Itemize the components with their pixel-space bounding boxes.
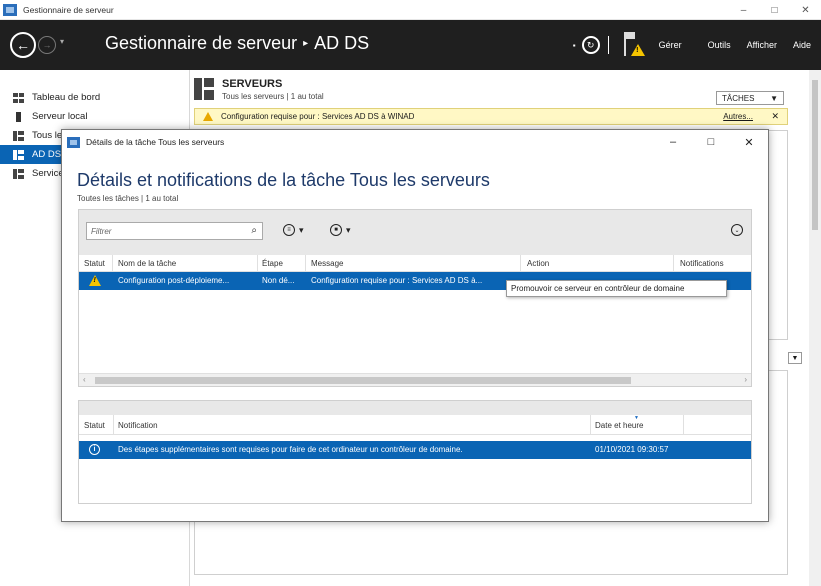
dialog-maximize-button[interactable]: □	[692, 130, 730, 154]
refresh-dropdown-icon[interactable]: ▪	[573, 41, 576, 50]
server-manager-app-icon	[3, 3, 17, 16]
column-notification[interactable]: Notification	[118, 421, 158, 430]
sidebar-item-label: Serveur local	[32, 111, 88, 122]
sidebar-item-dashboard[interactable]: Tableau de bord	[0, 88, 189, 107]
column-statut[interactable]: Statut	[84, 421, 105, 430]
warning-text: Configuration requise pour : Services AD…	[221, 112, 415, 121]
tasks-label: TÂCHES	[722, 93, 755, 103]
tasks-panel: Filtrer ⌕ ≡ ▾ ■ ▾ ⌄ Statut Nom de la tâc…	[78, 209, 752, 387]
servers-icon	[13, 130, 24, 141]
breadcrumb-current: AD DS	[314, 33, 370, 53]
info-icon: i	[89, 444, 100, 455]
task-details-dialog: Détails de la tâche Tous les serveurs – …	[61, 129, 769, 522]
sidebar-item-local-server[interactable]: Serveur local	[0, 107, 189, 126]
filter-options-button[interactable]: ≡ ▾	[283, 224, 304, 236]
column-nom[interactable]: Nom de la tâche	[118, 259, 176, 268]
column-notifications[interactable]: Notifications	[680, 259, 724, 268]
nav-history-dropdown-icon[interactable]: ▾	[60, 37, 64, 46]
file-services-icon	[13, 168, 24, 179]
breadcrumb-root: Gestionnaire de serveur	[105, 33, 298, 53]
main-titlebar: Gestionnaire de serveur – □ ✕	[0, 0, 821, 20]
servers-title: SERVEURS	[222, 78, 283, 90]
task-name: Configuration post-déploieme...	[118, 276, 230, 285]
notification-date: 01/10/2021 09:30:57	[595, 445, 669, 454]
servers-large-icon	[194, 78, 214, 100]
menu-outils[interactable]: Outils	[708, 40, 731, 50]
tasks-dropdown-button[interactable]: TÂCHES ▼	[716, 91, 784, 105]
column-statut[interactable]: Statut	[84, 259, 105, 268]
header-divider	[607, 36, 609, 54]
notifications-panel: Statut Notification ▼ Date et heure i De…	[78, 400, 752, 504]
dialog-close-button[interactable]: ✕	[730, 130, 768, 154]
server-manager-app-icon	[67, 136, 80, 148]
chevron-down-icon: ▾	[299, 224, 304, 235]
search-icon: ⌕	[251, 225, 257, 236]
dialog-heading: Détails et notifications de la tâche Tou…	[77, 170, 490, 190]
vertical-scrollbar[interactable]	[809, 70, 821, 586]
chevron-down-icon: ▾	[346, 224, 351, 235]
table-row[interactable]: i Des étapes supplémentaires sont requis…	[79, 441, 751, 459]
scroll-left-icon[interactable]: ‹	[83, 375, 86, 384]
promote-domain-controller-link[interactable]: Promouvoir ce serveur en contrôleur de d…	[506, 280, 727, 297]
window-title: Gestionnaire de serveur	[23, 4, 114, 15]
maximize-button[interactable]: □	[759, 0, 790, 20]
column-date[interactable]: Date et heure	[595, 421, 643, 430]
menu-afficher[interactable]: Afficher	[747, 40, 777, 50]
notifications-toolbar	[79, 401, 751, 415]
forward-arrow-icon[interactable]: →	[38, 36, 56, 54]
close-button[interactable]: ✕	[790, 0, 821, 20]
column-message[interactable]: Message	[311, 259, 343, 268]
save-query-button[interactable]: ■ ▾	[330, 224, 351, 236]
servers-subtitle: Tous les serveurs | 1 au total	[222, 92, 324, 101]
notifications-table-header: Statut Notification ▼ Date et heure	[79, 415, 751, 435]
scrollbar-thumb[interactable]	[812, 80, 818, 230]
warning-notification-bar: Configuration requise pour : Services AD…	[194, 108, 788, 125]
notification-text: Des étapes supplémentaires sont requises…	[118, 445, 463, 454]
minimize-button[interactable]: –	[728, 0, 759, 20]
collapse-expand-icon[interactable]: ⌄	[731, 224, 743, 236]
dialog-window-controls: – □ ✕	[654, 130, 768, 154]
dashboard-grid-icon	[13, 92, 24, 103]
close-warning-icon[interactable]: ✕	[771, 111, 779, 122]
dialog-title: Détails de la tâche Tous les serveurs	[86, 137, 225, 147]
refresh-icon[interactable]: ↻	[581, 36, 600, 54]
breadcrumb-separator-icon: ▸	[303, 38, 309, 49]
dialog-minimize-button[interactable]: –	[654, 130, 692, 154]
header-toolbar: ▪ ↻ ! Gérer Outils Afficher Aide	[573, 20, 821, 70]
dialog-titlebar: Détails de la tâche Tous les serveurs – …	[62, 130, 768, 154]
filter-input[interactable]: Filtrer ⌕	[86, 222, 263, 240]
app-header: ← → ▾ Gestionnaire de serveur ▸ AD DS ▪ …	[0, 20, 821, 70]
filter-placeholder: Filtrer	[91, 226, 112, 236]
scrollbar-thumb[interactable]	[95, 377, 631, 384]
tasks-table-header: Statut Nom de la tâche Étape Message Act…	[79, 255, 751, 272]
menu-gerer[interactable]: Gérer	[659, 40, 682, 50]
notifications-flag-icon[interactable]: !	[621, 30, 645, 60]
more-link[interactable]: Autres...	[723, 112, 753, 121]
sidebar-item-label: Tableau de bord	[32, 92, 101, 103]
back-arrow-icon[interactable]: ←	[10, 32, 36, 58]
filter-toolbar: Filtrer ⌕ ≡ ▾ ■ ▾ ⌄	[79, 210, 751, 255]
events-tasks-dropdown-icon[interactable]: ▼	[788, 352, 802, 364]
servers-section-header: SERVEURS Tous les serveurs | 1 au total	[194, 78, 324, 101]
task-message: Configuration requise pour : Services AD…	[311, 276, 483, 285]
task-step: Non dé...	[262, 276, 295, 285]
chevron-down-icon: ▼	[770, 93, 778, 103]
scroll-right-icon[interactable]: ›	[744, 375, 747, 384]
window-controls: – □ ✕	[728, 0, 821, 20]
ad-ds-icon	[13, 149, 24, 160]
server-icon	[16, 111, 21, 122]
column-etape[interactable]: Étape	[262, 259, 283, 268]
warning-icon	[203, 112, 213, 121]
dialog-subheading: Toutes les tâches | 1 au total	[77, 194, 179, 203]
sidebar-item-label: AD DS	[32, 149, 62, 160]
breadcrumb: Gestionnaire de serveur ▸ AD DS	[105, 33, 369, 54]
list-options-icon: ≡	[283, 224, 295, 236]
horizontal-scrollbar[interactable]: ‹ ›	[79, 373, 751, 386]
menu-aide[interactable]: Aide	[793, 40, 811, 50]
column-action[interactable]: Action	[527, 259, 549, 268]
save-query-icon: ■	[330, 224, 342, 236]
